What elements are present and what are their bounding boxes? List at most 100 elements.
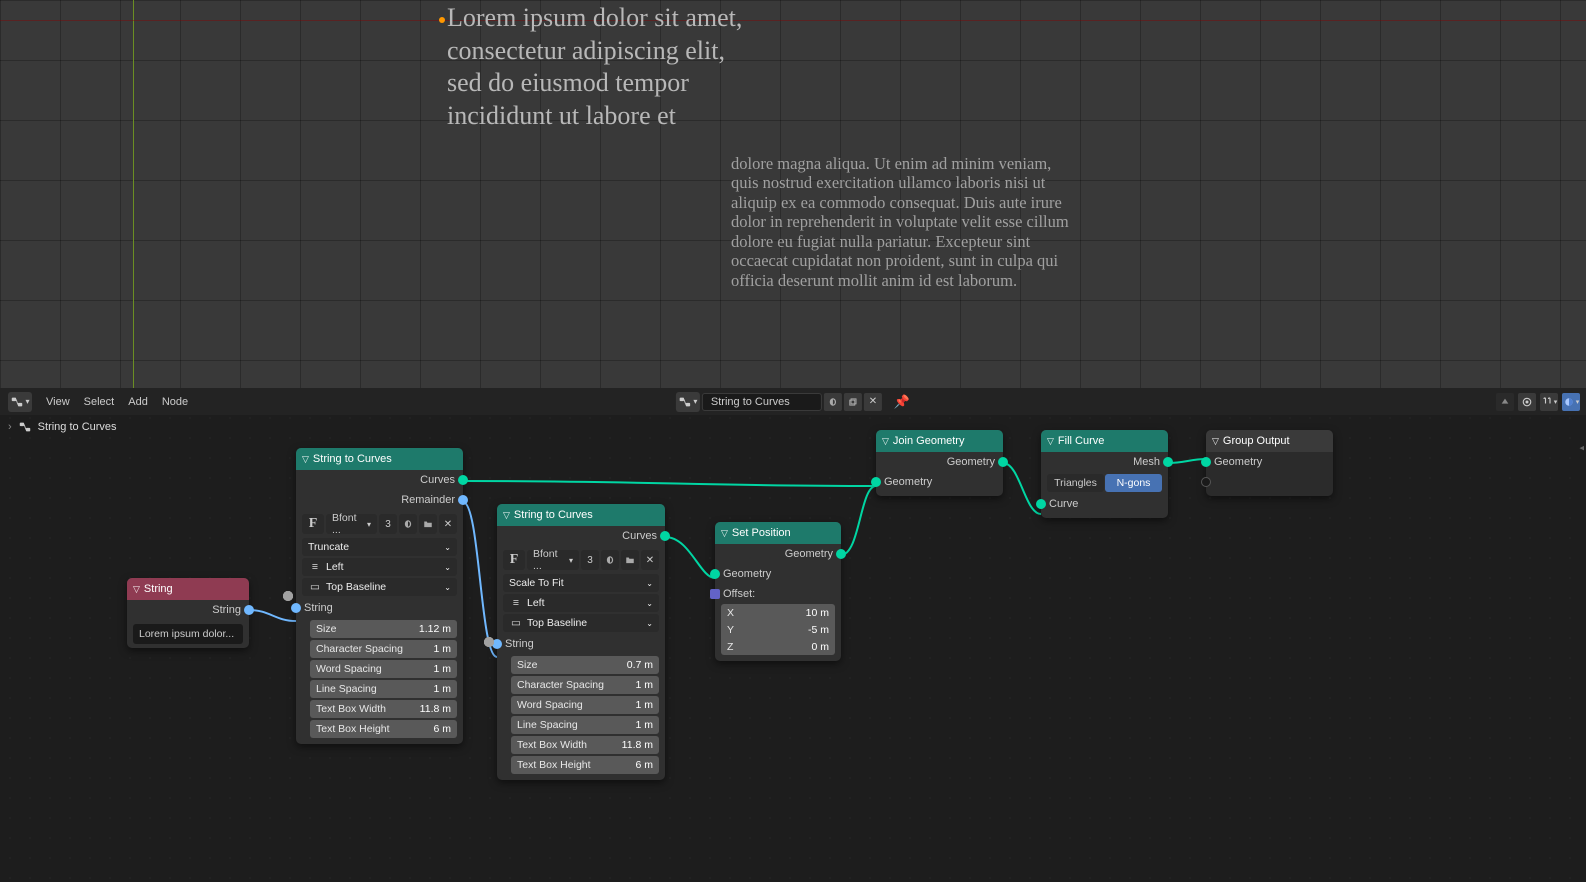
socket-label: Curves <box>622 530 657 542</box>
prop-word-spacing[interactable]: Word Spacing1 m <box>511 696 659 714</box>
menu-add[interactable]: Add <box>128 396 148 408</box>
string-value-field[interactable]: Lorem ipsum dolor... <box>133 624 243 644</box>
socket-out-curves[interactable] <box>660 531 670 541</box>
unlink-nodegroup-button[interactable]: ✕ <box>864 393 882 411</box>
prop-line-spacing[interactable]: Line Spacing1 m <box>511 716 659 734</box>
prop-char-spacing[interactable]: Character Spacing1 m <box>511 676 659 694</box>
unlink-font-button[interactable]: ✕ <box>641 550 659 570</box>
socket-out-remainder[interactable] <box>458 495 468 505</box>
node-header[interactable]: ▽ Join Geometry <box>876 430 1003 452</box>
pin-icon[interactable]: 📌 <box>894 394 910 410</box>
open-font-button[interactable] <box>621 550 639 570</box>
prop-word-spacing[interactable]: Word Spacing1 m <box>310 660 457 678</box>
socket-in-tb-height[interactable] <box>283 591 293 601</box>
sidebar-collapse-handle[interactable]: ◂ <box>1579 443 1584 454</box>
socket-out-curves[interactable] <box>458 475 468 485</box>
socket-in-offset[interactable] <box>710 589 720 599</box>
nodegroup-type-button[interactable]: ▾ <box>676 392 700 412</box>
new-nodegroup-button[interactable] <box>844 393 862 411</box>
socket-in-geometry[interactable] <box>1201 457 1211 467</box>
fake-user-button[interactable] <box>824 393 842 411</box>
breadcrumb-label: String to Curves <box>38 421 117 433</box>
font-users-count[interactable]: 3 <box>379 514 397 534</box>
chevron-down-icon: ▽ <box>1047 436 1054 447</box>
prop-text-box-width[interactable]: Text Box Width11.8 m <box>310 700 457 718</box>
font-name-field[interactable]: Bfont ...▾ <box>527 550 579 570</box>
node-set-position[interactable]: ▽ Set Position Geometry Geometry Offset:… <box>715 522 841 661</box>
prop-size[interactable]: Size1.12 m <box>310 620 457 638</box>
socket-row-string-out: String <box>127 600 249 620</box>
prop-size[interactable]: Size0.7 m <box>511 656 659 674</box>
node-header[interactable]: ▽ Set Position <box>715 522 841 544</box>
node-join-geometry[interactable]: ▽ Join Geometry Geometry Geometry <box>876 430 1003 496</box>
node-editor[interactable]: ▾ View Select Add Node ▾ String to Curve… <box>0 388 1586 882</box>
align-y-dropdown[interactable]: ▭Top Baseline⌄ <box>503 614 659 632</box>
node-title: String <box>144 583 173 595</box>
viewport-3d[interactable]: Lorem ipsum dolor sit amet, consectetur … <box>0 0 1586 388</box>
offset-z-field[interactable]: Z0 m <box>721 638 835 655</box>
node-header[interactable]: ▽ String to Curves <box>296 448 463 470</box>
node-title: String to Curves <box>514 509 593 521</box>
socket-in-string[interactable] <box>291 603 301 613</box>
offset-x-field[interactable]: X10 m <box>721 604 835 621</box>
offset-y-field[interactable]: Y-5 m <box>721 621 835 638</box>
axis-y-line <box>133 0 134 388</box>
overflow-dropdown[interactable]: Truncate⌄ <box>302 538 457 556</box>
prop-text-box-height[interactable]: Text Box Height6 m <box>310 720 457 738</box>
node-header[interactable]: ▽ Group Output <box>1206 430 1333 452</box>
socket-in-geometry[interactable] <box>710 569 720 579</box>
socket-in-empty[interactable] <box>1201 477 1211 487</box>
fill-mode-toggle[interactable]: Triangles N-gons <box>1047 474 1162 492</box>
mode-ngons[interactable]: N-gons <box>1105 474 1162 492</box>
socket-label: Geometry <box>785 548 833 560</box>
align-x-dropdown[interactable]: ≡Left⌄ <box>503 594 659 612</box>
menu-node[interactable]: Node <box>162 396 188 408</box>
socket-label: Mesh <box>1133 456 1160 468</box>
chevron-down-icon: ▽ <box>721 528 728 539</box>
prop-char-spacing[interactable]: Character Spacing1 m <box>310 640 457 658</box>
menu-select[interactable]: Select <box>84 396 115 408</box>
socket-out-mesh[interactable] <box>1163 457 1173 467</box>
nodegroup-breadcrumb[interactable]: › String to Curves <box>0 415 117 439</box>
node-group-output[interactable]: ▽ Group Output Geometry <box>1206 430 1333 496</box>
socket-in-tb-height[interactable] <box>484 637 494 647</box>
font-name-field[interactable]: Bfont ...▾ <box>326 514 377 534</box>
chevron-down-icon: ▽ <box>133 584 140 595</box>
node-header[interactable]: ▽ String <box>127 578 249 600</box>
overlay-toggle[interactable] <box>1518 393 1536 411</box>
align-left-icon: ≡ <box>509 597 523 609</box>
mode-triangles[interactable]: Triangles <box>1047 474 1104 492</box>
prop-text-box-height[interactable]: Text Box Height6 m <box>511 756 659 774</box>
snap-toggle[interactable]: ▾ <box>1540 393 1558 411</box>
align-y-dropdown[interactable]: ▭Top Baseline⌄ <box>302 578 457 596</box>
font-users-count[interactable]: 3 <box>581 550 599 570</box>
prop-line-spacing[interactable]: Line Spacing1 m <box>310 680 457 698</box>
node-string[interactable]: ▽ String String Lorem ipsum dolor... <box>127 578 249 648</box>
parent-nodegroup-button[interactable] <box>1496 393 1514 411</box>
node-header[interactable]: ▽ String to Curves <box>497 504 665 526</box>
align-x-dropdown[interactable]: ≡Left⌄ <box>302 558 457 576</box>
shading-toggle[interactable]: ▾ <box>1562 393 1580 411</box>
node-title: String to Curves <box>313 453 392 465</box>
baseline-icon: ▭ <box>308 581 322 593</box>
node-header[interactable]: ▽ Fill Curve <box>1041 430 1168 452</box>
open-font-button[interactable] <box>419 514 437 534</box>
overflow-dropdown[interactable]: Scale To Fit⌄ <box>503 574 659 592</box>
socket-in-curve[interactable] <box>1036 499 1046 509</box>
node-fill-curve[interactable]: ▽ Fill Curve Mesh Triangles N-gons Curve <box>1041 430 1168 518</box>
node-string-to-curves-2[interactable]: ▽ String to Curves Curves F Bfont ...▾ 3… <box>497 504 665 780</box>
fake-user-button[interactable] <box>601 550 619 570</box>
menu-view[interactable]: View <box>46 396 70 408</box>
fake-user-button[interactable] <box>399 514 417 534</box>
unlink-font-button[interactable]: ✕ <box>439 514 457 534</box>
nodegroup-name-field[interactable]: String to Curves <box>702 393 822 411</box>
socket-in-geometry[interactable] <box>871 477 881 487</box>
editor-type-button[interactable]: ▾ <box>8 392 32 412</box>
socket-out-geometry[interactable] <box>998 457 1008 467</box>
prop-text-box-width[interactable]: Text Box Width11.8 m <box>511 736 659 754</box>
socket-out-geometry[interactable] <box>836 549 846 559</box>
node-string-to-curves-1[interactable]: ▽ String to Curves Curves Remainder F Bf… <box>296 448 463 744</box>
baseline-icon: ▭ <box>509 617 523 629</box>
socket-label: String <box>505 638 534 650</box>
socket-out-string[interactable] <box>244 605 254 615</box>
